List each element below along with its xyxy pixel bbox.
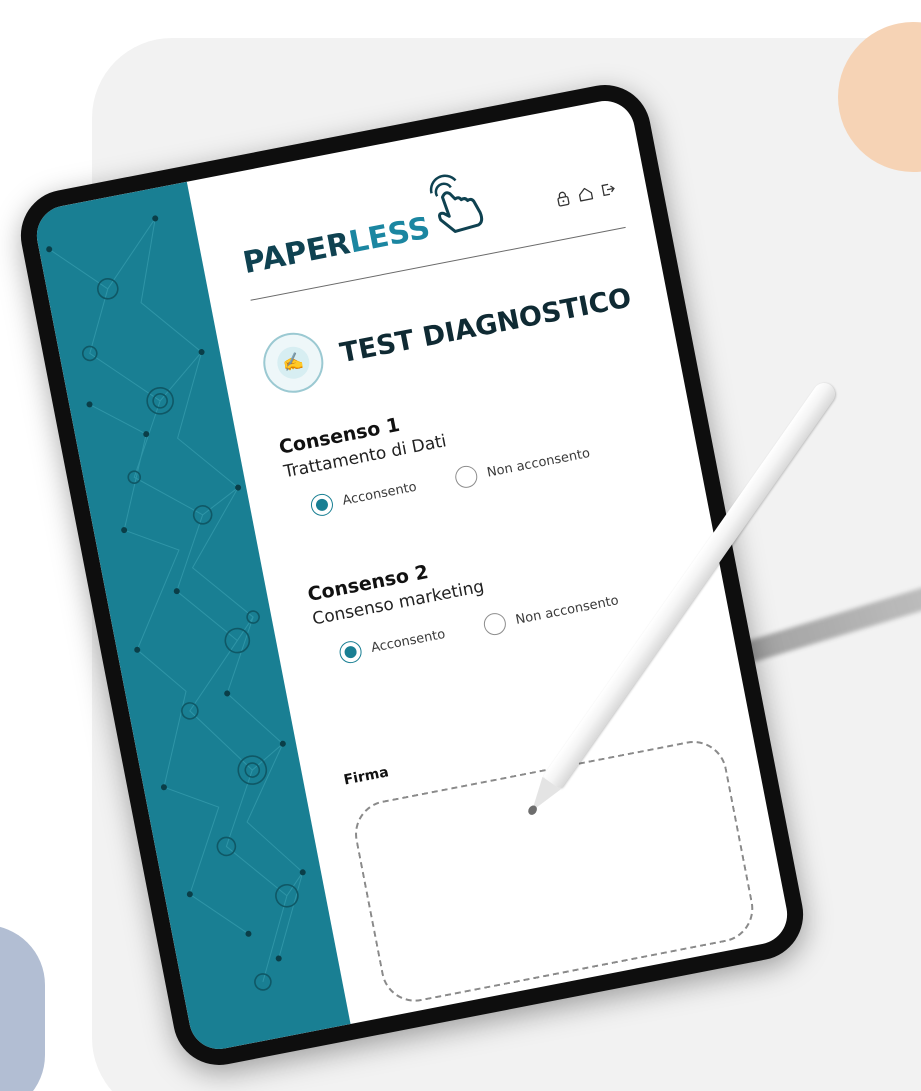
logout-icon[interactable] xyxy=(599,180,618,199)
signature-icon: ✍ xyxy=(258,327,329,398)
radio-button-selected[interactable] xyxy=(337,639,364,666)
radio-label: Acconsento xyxy=(369,626,447,656)
option-non-acconsento[interactable]: Non acconsento xyxy=(482,589,620,637)
radio-label: Non acconsento xyxy=(514,592,620,628)
signature-icon-glyph: ✍ xyxy=(274,343,313,382)
radio-label: Acconsento xyxy=(341,479,418,509)
radio-button[interactable] xyxy=(453,463,480,490)
lock-icon[interactable] xyxy=(554,189,573,208)
decorative-blue-shape xyxy=(0,925,45,1091)
stage: PAPERLESS ✍ TEST DIAGNOSTICO Consenso 1 … xyxy=(0,0,921,1091)
touch-hand-icon xyxy=(429,174,484,233)
option-acconsento[interactable]: Acconsento xyxy=(309,476,418,518)
radio-button[interactable] xyxy=(482,611,509,637)
paperless-logo: PAPERLESS xyxy=(240,211,433,282)
home-icon[interactable] xyxy=(576,185,595,204)
option-non-acconsento[interactable]: Non acconsento xyxy=(453,442,592,490)
radio-label: Non acconsento xyxy=(485,445,592,481)
option-acconsento[interactable]: Acconsento xyxy=(337,623,447,666)
consent-section-1: Consenso 1 Trattamento di Dati Acconsent… xyxy=(277,363,676,522)
signature-label: Firma xyxy=(342,764,391,789)
app-header: PAPERLESS xyxy=(233,140,626,301)
header-actions xyxy=(554,180,618,208)
page-title: TEST DIAGNOSTICO xyxy=(337,281,634,369)
radio-button-selected[interactable] xyxy=(309,491,335,518)
logo-text-part1: PAPER xyxy=(240,226,353,282)
